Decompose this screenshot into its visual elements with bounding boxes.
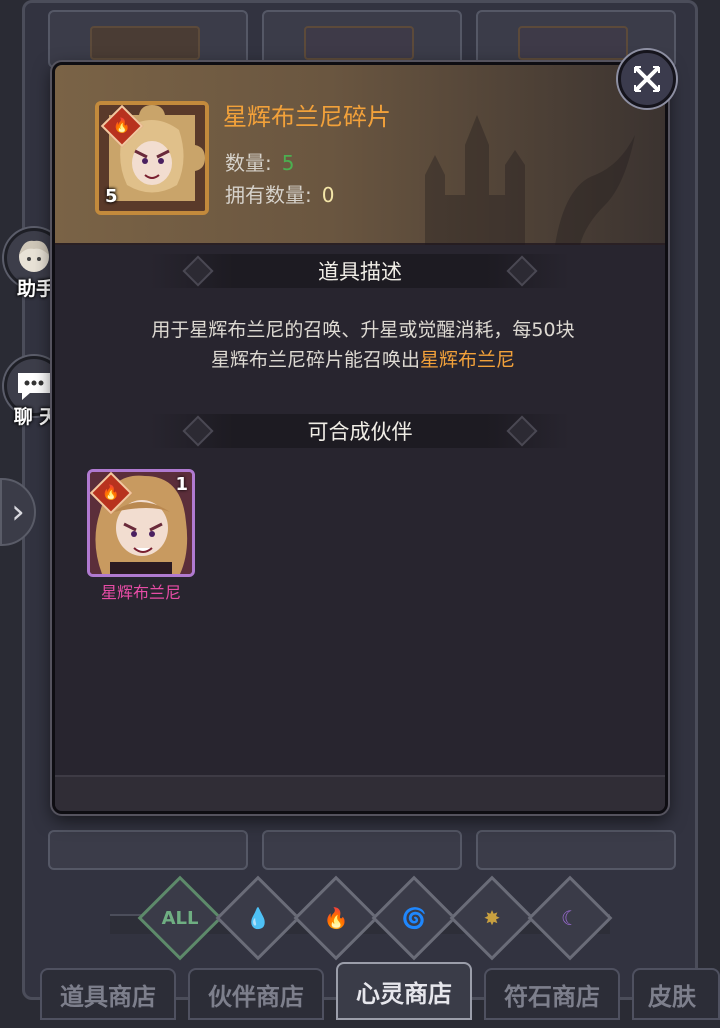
partner-section-header: 可合成伙伴 xyxy=(150,411,570,451)
modal-header: 🔥 5 星辉布兰尼碎片 数量: 5 拥有数量: 0 xyxy=(55,65,665,245)
description-section-header: 道具描述 xyxy=(150,251,570,291)
item-detail-modal: 🔥 5 星辉布兰尼碎片 数量: 5 拥有数量: 0 道具描述 用于星辉布兰尼的召唤、… xyxy=(52,62,668,814)
tab-soul-shop[interactable]: 心灵商店 xyxy=(336,962,472,1020)
modal-footer xyxy=(55,775,665,811)
close-icon xyxy=(634,66,660,92)
description-highlight: 星辉布兰尼 xyxy=(420,349,516,371)
castle-decoration-icon xyxy=(425,115,635,245)
shop-item-icon xyxy=(304,26,414,60)
light-icon: ✸ xyxy=(483,906,501,930)
chevron-right-icon: › xyxy=(11,492,25,532)
tab-partner-shop[interactable]: 伙伴商店 xyxy=(188,968,324,1020)
owned-label: 拥有数量: xyxy=(225,183,312,207)
filter-fire-button[interactable]: 🔥 xyxy=(293,875,379,961)
tab-item-shop[interactable]: 道具商店 xyxy=(40,968,176,1020)
chat-bubble-icon xyxy=(18,373,50,400)
filter-all-label: ALL xyxy=(161,907,199,929)
tab-skin-shop[interactable]: 皮肤 xyxy=(632,968,720,1020)
owned-row: 拥有数量: 0 xyxy=(225,179,334,208)
shop-item-card[interactable] xyxy=(262,830,462,870)
fire-icon: 🔥 xyxy=(102,485,120,501)
tab-label: 符石商店 xyxy=(504,981,600,1011)
description-line: 星辉布兰尼碎片能召唤出星辉布兰尼 xyxy=(95,345,631,375)
filter-all-button[interactable]: ALL xyxy=(137,875,223,961)
close-button[interactable] xyxy=(618,50,676,108)
shop-item-icon xyxy=(518,26,628,60)
item-title: 星辉布兰尼碎片 xyxy=(223,103,391,131)
filter-wind-button[interactable]: 🌀 xyxy=(371,875,457,961)
shop-item-card[interactable] xyxy=(48,10,248,68)
dark-moon-icon: ☾ xyxy=(561,906,579,930)
partner-card[interactable]: 🔥 1 xyxy=(87,469,195,577)
shop-item-card[interactable] xyxy=(262,10,462,68)
tab-label: 皮肤 xyxy=(648,981,696,1011)
description-line: 用于星辉布兰尼的召唤、升星或觉醒消耗，每50块 xyxy=(151,319,575,341)
partner-section-title: 可合成伙伴 xyxy=(307,420,413,444)
tab-label: 道具商店 xyxy=(60,981,156,1011)
filter-water-button[interactable]: 💧 xyxy=(215,875,301,961)
quantity-label: 数量: xyxy=(225,151,272,175)
owned-value: 0 xyxy=(321,183,335,207)
item-count-badge: 5 xyxy=(105,186,118,207)
item-icon-frame: 🔥 5 xyxy=(95,101,209,215)
tab-rune-shop[interactable]: 符石商店 xyxy=(484,968,620,1020)
item-description: 用于星辉布兰尼的召唤、升星或觉醒消耗，每50块 星辉布兰尼碎片能召唤出星辉布兰尼 xyxy=(95,315,631,375)
fire-icon: 🔥 xyxy=(323,906,349,930)
shop-item-icon xyxy=(90,26,200,60)
fire-icon: 🔥 xyxy=(113,118,131,134)
shop-item-card[interactable] xyxy=(48,830,248,870)
partner-level: 1 xyxy=(175,474,188,495)
quantity-value: 5 xyxy=(281,151,295,175)
shop-item-card[interactable] xyxy=(476,830,676,870)
wind-icon: 🌀 xyxy=(401,906,427,930)
partner-name: 星辉布兰尼 xyxy=(100,583,181,602)
quantity-row: 数量: 5 xyxy=(225,147,294,176)
water-drop-icon: 💧 xyxy=(245,906,271,930)
element-filter-bar: ALL 💧 🔥 🌀 ✸ ☾ xyxy=(110,875,613,964)
description-section-title: 道具描述 xyxy=(318,260,402,284)
tab-label: 伙伴商店 xyxy=(208,981,304,1011)
tab-label: 心灵商店 xyxy=(356,978,452,1008)
filter-light-button[interactable]: ✸ xyxy=(449,875,535,961)
description-text: 星辉布兰尼碎片能召唤出 xyxy=(210,349,420,371)
filter-dark-button[interactable]: ☾ xyxy=(527,875,613,961)
